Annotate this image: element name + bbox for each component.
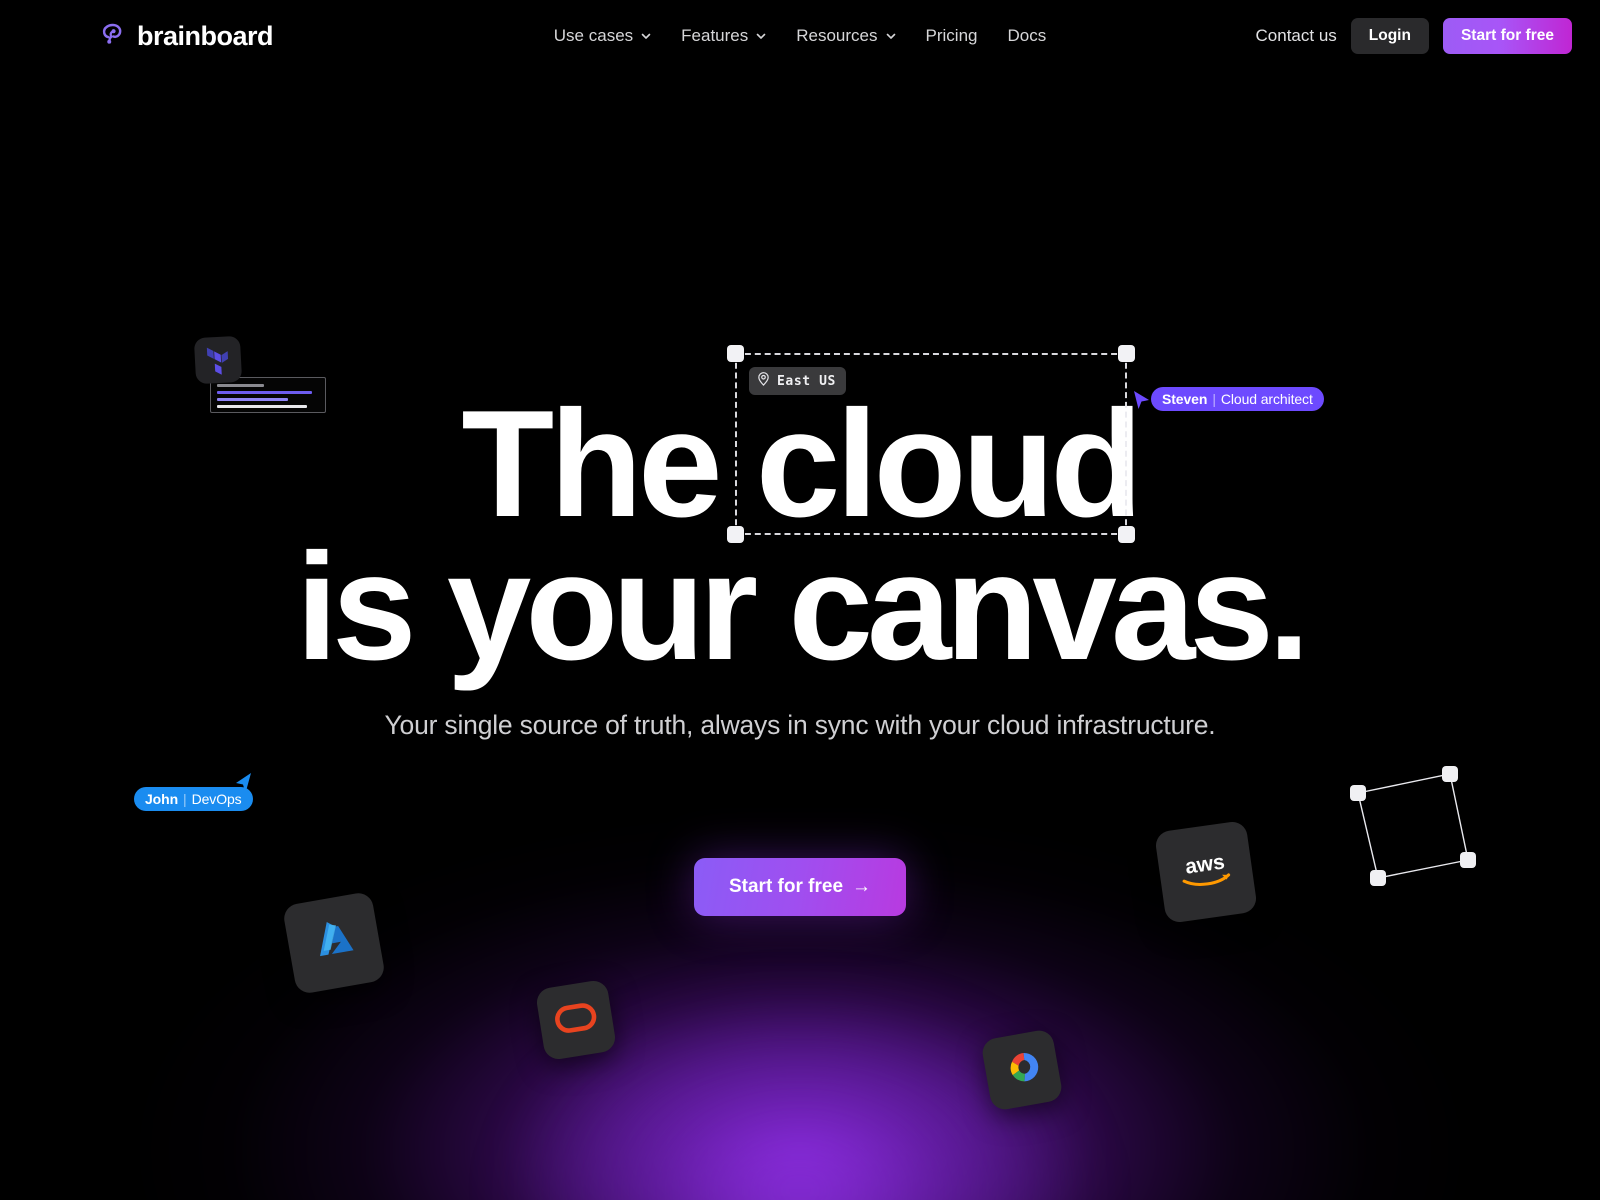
terraform-icon <box>193 335 243 385</box>
code-line <box>217 398 289 401</box>
resize-handle-top-left[interactable] <box>1350 785 1366 801</box>
oracle-icon <box>553 1000 600 1039</box>
nav-item-use-cases[interactable]: Use cases <box>554 26 651 46</box>
nav-label: Features <box>681 26 749 45</box>
nav-label: Docs <box>1007 26 1047 45</box>
azure-icon <box>303 910 364 975</box>
chevron-down-icon <box>640 30 651 41</box>
canvas-selection-box[interactable]: East US <box>727 345 1135 543</box>
google-cloud-icon <box>997 1045 1048 1095</box>
site-header: brainboard Use cases Features Resources … <box>0 0 1600 72</box>
start-for-free-button-hero[interactable]: Start for free → <box>693 858 907 916</box>
cursor-user-name: John <box>145 791 179 807</box>
aws-icon: aws <box>1172 846 1239 897</box>
code-line <box>217 391 312 394</box>
hero-section: The cloud is your canvas. Your single so… <box>0 0 1600 1200</box>
cursor-user-role: DevOps <box>191 791 242 807</box>
code-line <box>217 405 307 408</box>
resize-handle-top-left[interactable] <box>727 345 744 362</box>
resize-handle-bottom-right[interactable] <box>1118 526 1135 543</box>
provider-tile-aws[interactable]: aws <box>1154 820 1258 924</box>
start-for-free-button-header[interactable]: Start for free <box>1442 18 1572 54</box>
nav-label: Use cases <box>553 26 634 45</box>
brain-cloud-icon <box>98 19 128 54</box>
provider-tile-azure[interactable] <box>281 890 387 996</box>
cursor-separator: | <box>183 791 187 807</box>
resize-handle-top-right[interactable] <box>1442 766 1458 782</box>
cursor-pointer-icon <box>1133 390 1151 415</box>
code-line <box>217 384 264 387</box>
location-pin-icon <box>757 372 770 390</box>
arrow-right-icon: → <box>852 876 872 897</box>
provider-tile-oracle[interactable] <box>534 978 618 1062</box>
resize-handle-bottom-left[interactable] <box>727 526 744 543</box>
resize-handle-top-right[interactable] <box>1118 345 1135 362</box>
region-label: East US <box>777 373 836 389</box>
cursor-label-steven: Steven | Cloud architect <box>1151 387 1324 411</box>
cursor-separator: | <box>1212 391 1216 407</box>
rotated-selection-frame[interactable] <box>1340 760 1480 895</box>
nav-label: Resources <box>796 26 878 45</box>
brand-logo[interactable]: brainboard <box>98 19 274 54</box>
cursor-user-role: Cloud architect <box>1220 391 1313 407</box>
cta-label: Start for free <box>728 876 844 897</box>
brand-name: brainboard <box>137 20 274 51</box>
provider-tile-google-cloud[interactable] <box>980 1028 1064 1112</box>
nav-label: Pricing <box>925 26 978 45</box>
nav-item-pricing[interactable]: Pricing <box>926 26 978 46</box>
nav-item-docs[interactable]: Docs <box>1007 26 1046 46</box>
cursor-label-john: John | DevOps <box>134 787 253 811</box>
chevron-down-icon <box>755 30 766 41</box>
login-button[interactable]: Login <box>1350 18 1429 54</box>
nav-item-resources[interactable]: Resources <box>796 26 895 46</box>
status-badge-region: East US <box>749 367 846 395</box>
contact-us-link[interactable]: Contact us <box>1256 26 1337 46</box>
terraform-code-card[interactable] <box>193 335 345 417</box>
header-actions: Contact us Login Start for free <box>1256 18 1572 54</box>
chevron-down-icon <box>885 30 896 41</box>
hero-subtitle: Your single source of truth, always in s… <box>384 710 1216 740</box>
nav-item-features[interactable]: Features <box>681 26 766 46</box>
cursor-user-name: Steven <box>1162 391 1208 407</box>
svg-text:aws: aws <box>1184 850 1227 878</box>
resize-handle-bottom-left[interactable] <box>1370 870 1386 886</box>
resize-handle-bottom-right[interactable] <box>1460 852 1476 868</box>
headline-line-2: is your canvas. <box>295 521 1310 692</box>
